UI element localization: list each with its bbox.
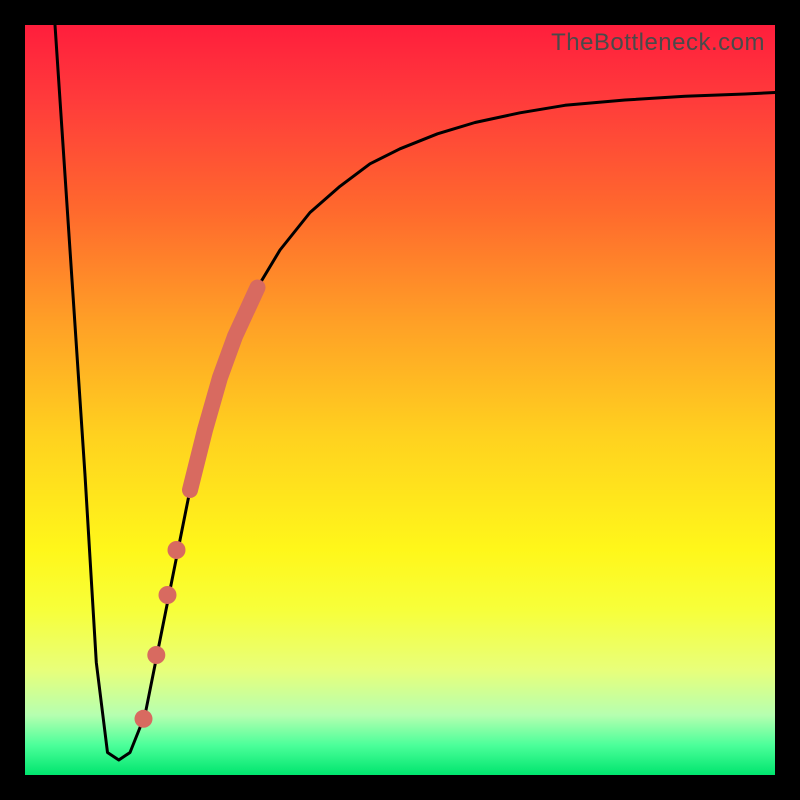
highlight-dot <box>168 541 186 559</box>
highlight-dot <box>159 586 177 604</box>
highlight-band <box>190 288 258 491</box>
watermark-text: TheBottleneck.com <box>551 29 765 57</box>
highlight-dot <box>135 710 153 728</box>
highlight-dot <box>147 646 165 664</box>
plot-area: TheBottleneck.com <box>25 25 775 775</box>
curve-svg <box>25 25 775 775</box>
chart-frame: TheBottleneck.com <box>0 0 800 800</box>
